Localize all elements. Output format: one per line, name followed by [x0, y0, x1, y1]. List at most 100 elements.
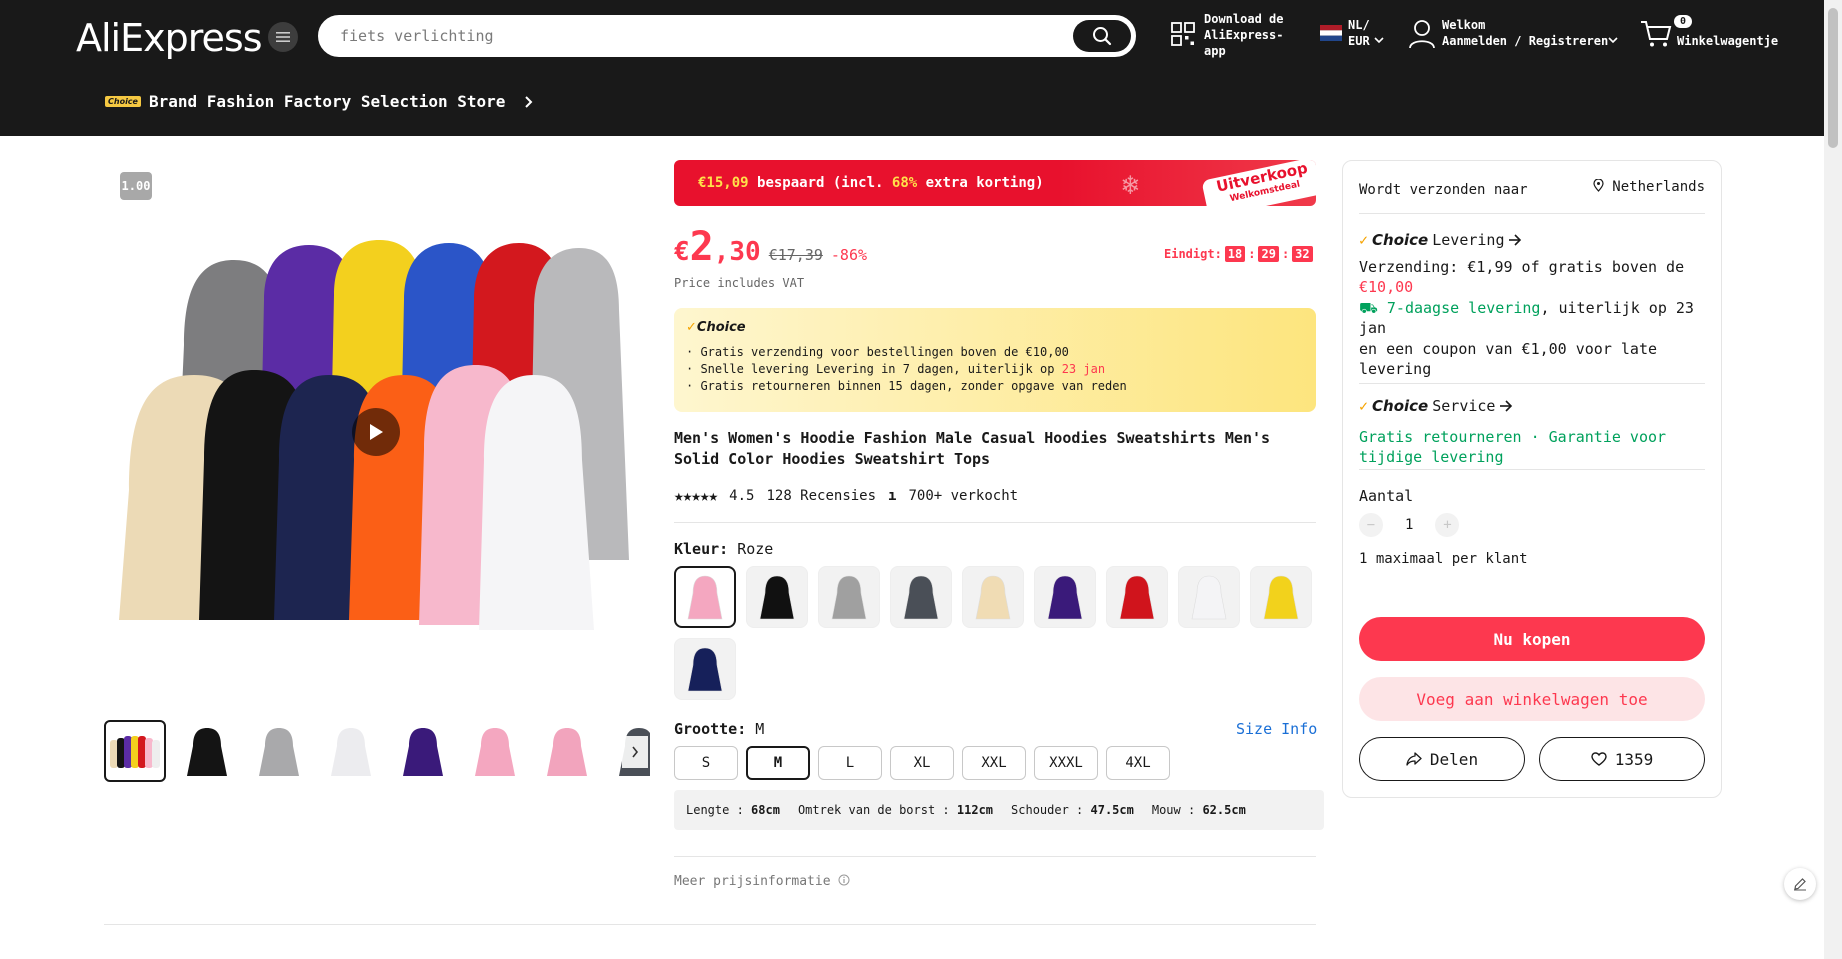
color-swatch-yellow[interactable] [1250, 566, 1312, 628]
thumbnail-next-button[interactable] [622, 736, 648, 768]
size-option-l[interactable]: L [818, 746, 882, 780]
zoom-indicator: 1.00 [120, 172, 152, 200]
measure-length: Lengte : 68cm [686, 803, 780, 817]
benefit-fast-delivery: · Snelle levering Levering in 7 dagen, u… [686, 362, 1105, 376]
color-swatch-black[interactable] [746, 566, 808, 628]
choice-logo: ✓Choice [686, 320, 746, 335]
selected-color: Roze [737, 540, 774, 558]
current-price: €2,30 [674, 224, 761, 270]
thumbnail-gray[interactable] [248, 720, 310, 782]
add-to-cart-button[interactable]: Voeg aan winkelwagen toe [1359, 677, 1705, 721]
sale-countdown: Eindigt: 18: 29: 32 [1164, 246, 1313, 262]
thumbnail-pink[interactable] [464, 720, 526, 782]
arrow-right-icon [1509, 234, 1522, 246]
savings-text: €15,09 bespaard (incl. 68% extra korting… [698, 175, 1044, 191]
chevron-down-icon [1608, 37, 1618, 44]
cart-count-badge: 0 [1674, 15, 1693, 28]
color-swatch-red[interactable] [1106, 566, 1168, 628]
size-option-xxl[interactable]: XXL [962, 746, 1026, 780]
page-scrollbar[interactable] [1824, 0, 1842, 959]
rating-value: 4.5 [729, 487, 755, 504]
chevron-down-icon [1374, 37, 1384, 44]
site-header: AliExpress Download de AliExpress- app N… [0, 0, 1842, 136]
thumbnail-pink-2[interactable] [536, 720, 598, 782]
search-input[interactable] [340, 25, 1060, 47]
color-label-text: Kleur: [674, 540, 729, 558]
delivery-estimate: ⛟ 7-daagse levering, uiterlijk op 23 jan [1359, 298, 1705, 338]
search-button[interactable] [1073, 20, 1131, 52]
divider [674, 522, 1316, 523]
info-icon [838, 874, 850, 886]
arrow-right-icon [1500, 400, 1513, 412]
signin-link[interactable]: Aanmelden / Registreren [1442, 33, 1608, 49]
countdown-seconds: 32 [1292, 246, 1313, 262]
divider [1359, 469, 1705, 470]
max-per-customer: 1 maximaal per klant [1359, 551, 1528, 567]
free-shipping-threshold: €10,00 [1359, 278, 1414, 296]
measure-shoulder: Schouder : 47.5cm [1011, 803, 1134, 817]
color-swatch-white[interactable] [1178, 566, 1240, 628]
main-product-image[interactable]: 1.00 [104, 160, 650, 706]
chevron-right-icon [632, 746, 639, 758]
color-swatch-purple[interactable] [1034, 566, 1096, 628]
thumbnail-strip [104, 720, 650, 784]
size-options: S M L XL XXL XXXL 4XL [674, 746, 1170, 780]
size-info-link[interactable]: Size Info [1236, 720, 1317, 738]
countdown-minutes: 29 [1258, 246, 1279, 262]
quantity-decrease-button[interactable]: − [1359, 513, 1383, 537]
price-row: €2,30 €17,39 -86% [674, 224, 867, 270]
size-option-m[interactable]: M [746, 746, 810, 780]
heart-icon [1591, 752, 1607, 766]
choice-delivery-label: Levering [1432, 231, 1505, 249]
thumbnail-image [331, 728, 371, 776]
aliexpress-logo[interactable]: AliExpress [76, 16, 262, 60]
scrollbar-thumb[interactable] [1828, 8, 1838, 148]
cart-label: Winkelwagentje [1677, 34, 1779, 48]
size-option-xxxl[interactable]: XXXL [1034, 746, 1098, 780]
size-option-4xl[interactable]: 4XL [1106, 746, 1170, 780]
welcome-text: Welkom [1442, 18, 1486, 32]
choice-delivery-link[interactable]: ✓ Choice Levering [1359, 231, 1705, 249]
quantity-increase-button[interactable]: + [1435, 513, 1460, 537]
play-video-button[interactable] [352, 408, 400, 456]
thumbnail-white[interactable] [320, 720, 382, 782]
thumbnail-image [475, 728, 515, 776]
feedback-button[interactable] [1784, 868, 1816, 900]
ship-to-row[interactable]: Wordt verzonden naar Netherlands [1359, 178, 1705, 198]
thumbnail-black[interactable] [176, 720, 238, 782]
size-option-s[interactable]: S [674, 746, 738, 780]
wishlist-button[interactable]: 1359 [1539, 737, 1705, 781]
measure-chest-value: 112cm [956, 803, 994, 817]
choice-service-link[interactable]: ✓ Choice Service [1359, 397, 1705, 415]
thumbnail-multi[interactable] [104, 720, 166, 782]
hoodie-icon [831, 575, 867, 620]
store-link[interactable]: Choice Brand Fashion Factory Selection S… [105, 92, 535, 111]
reviews-link[interactable]: 128 Recensies [766, 488, 876, 504]
color-swatch-beige[interactable] [962, 566, 1024, 628]
user-icon [1409, 20, 1435, 49]
color-swatch-gray[interactable] [818, 566, 880, 628]
quantity-label: Aantal [1359, 487, 1414, 505]
store-name: Brand Fashion Factory Selection Store [148, 92, 506, 111]
color-swatch-pink[interactable] [674, 566, 736, 628]
original-price: €17,39 [768, 246, 823, 264]
hoodie-icon [687, 575, 723, 620]
product-title: Men's Women's Hoodie Fashion Male Casual… [674, 429, 1271, 468]
color-swatch-charcoal[interactable] [890, 566, 952, 628]
measure-sleeve-label: Mouw : [1151, 803, 1196, 817]
discount-percentage: -86% [830, 246, 868, 264]
search-icon [1093, 27, 1112, 46]
measure-sleeve: Mouw : 62.5cm [1152, 803, 1246, 817]
size-option-xl[interactable]: XL [890, 746, 954, 780]
service-benefits: Gratis retourneren · Garantie voor tijdi… [1359, 428, 1667, 466]
share-button[interactable]: Delen [1359, 737, 1525, 781]
buy-now-button[interactable]: Nu kopen [1359, 617, 1705, 661]
more-price-info-link[interactable]: Meer prijsinformatie [674, 874, 850, 889]
locale-currency: EUR [1348, 34, 1370, 48]
menu-button[interactable] [268, 22, 298, 52]
color-swatch-navy[interactable] [674, 638, 736, 700]
check-icon: ✓ [1359, 231, 1369, 249]
download-app-line1: Download de [1204, 12, 1284, 26]
thumbnail-image [187, 728, 227, 776]
thumbnail-purple[interactable] [392, 720, 454, 782]
